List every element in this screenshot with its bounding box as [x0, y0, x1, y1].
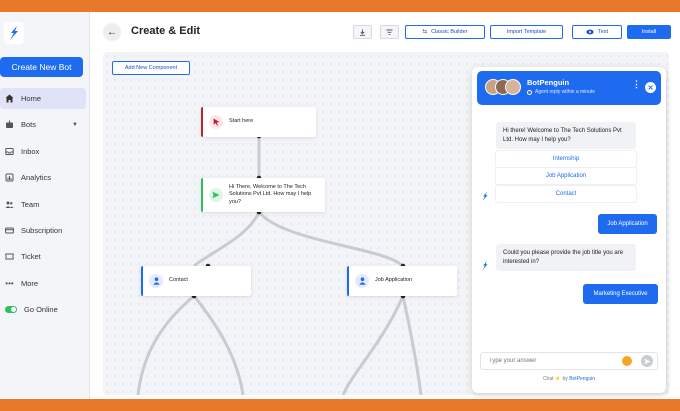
- agent-avatars: [485, 79, 521, 97]
- cursor-icon: [209, 115, 223, 129]
- import-template-button[interactable]: Import Template: [490, 25, 563, 39]
- sidebar-item-label: Home: [21, 94, 42, 103]
- sidebar-item-label: Inbox: [21, 146, 40, 156]
- botpenguin-logo[interactable]: [4, 22, 24, 44]
- chat-header: BotPenguin Agent reply within a minute ⋮…: [477, 71, 661, 105]
- flow-node-job-application[interactable]: Job Application: [347, 266, 457, 296]
- chevron-down-icon[interactable]: ▼: [72, 122, 78, 128]
- bot-logo-icon: [482, 261, 488, 270]
- user-message-1: Job Application: [598, 214, 657, 234]
- status-text: Agent reply within a minute: [535, 89, 596, 95]
- test-button[interactable]: Test: [572, 25, 622, 39]
- close-icon[interactable]: ✕: [645, 82, 656, 93]
- lightning-icon: ⚡: [554, 376, 562, 382]
- sidebar-item-bots[interactable]: Bots ▼: [0, 114, 86, 135]
- sidebar-item-label: Analytics: [21, 173, 52, 183]
- sidebar-item-label: Bots: [21, 120, 37, 130]
- send-icon: [209, 188, 223, 202]
- download-button[interactable]: [353, 25, 372, 39]
- user-icon: [149, 274, 163, 288]
- agent-status: Agent reply within a minute: [527, 89, 595, 95]
- sidebar-item-label: Team: [21, 199, 40, 209]
- filter-button[interactable]: [380, 25, 399, 39]
- node-label: Contact: [169, 277, 188, 284]
- sidebar-item-home[interactable]: Home: [0, 88, 86, 109]
- bot-message-welcome: Hi there! Welcome to The Tech Solutions …: [496, 122, 636, 150]
- sidebar-item-team[interactable]: Team: [0, 194, 86, 215]
- page-title: Create & Edit: [131, 25, 201, 37]
- node-label: Job Application: [375, 277, 412, 284]
- classic-builder-label: Classic Builder: [431, 29, 468, 35]
- bot-name: BotPenguin: [527, 78, 570, 87]
- subscription-icon: [5, 226, 14, 235]
- import-template-label: Import Template: [506, 29, 547, 35]
- toolbar: ← Create & Edit ⇆ Classic Builder Import…: [100, 20, 675, 44]
- create-new-bot-button[interactable]: Create New Bot: [0, 57, 83, 77]
- chat-answer-input[interactable]: [481, 353, 611, 369]
- sidebar-item-label: Go Online: [24, 305, 58, 315]
- sidebar-item-label: Ticket: [21, 252, 41, 262]
- powered-by: Chat ⚡ by BotPenguin: [472, 376, 666, 382]
- install-button[interactable]: Install: [627, 25, 671, 39]
- sidebar-item-label: More: [21, 278, 39, 288]
- sidebar: Create New Bot Home Bots ▼ Inbox Analyti…: [0, 12, 90, 399]
- back-arrow-icon[interactable]: ←: [103, 23, 121, 41]
- bot-icon: [5, 120, 14, 129]
- swap-icon: ⇆: [422, 29, 428, 35]
- flow-node-welcome[interactable]: Hi There, Welcome to The Tech Solutions …: [201, 178, 325, 212]
- powered-prefix: Chat: [542, 376, 554, 382]
- avatar: [505, 79, 521, 95]
- app-window: Create New Bot Home Bots ▼ Inbox Analyti…: [0, 12, 680, 399]
- status-icon: [527, 89, 532, 95]
- user-message-2: Marketing Executive: [583, 284, 658, 304]
- send-button[interactable]: [641, 355, 653, 367]
- bot-message-question: Could you please provide the job title y…: [496, 244, 636, 272]
- toggle-icon[interactable]: [5, 306, 17, 314]
- filter-icon: [386, 29, 393, 35]
- emoji-icon[interactable]: [622, 356, 632, 366]
- sidebar-item-analytics[interactable]: Analytics: [0, 167, 86, 188]
- sidebar-nav: Home Bots ▼ Inbox Analytics Team Subscri…: [0, 88, 86, 326]
- sidebar-item-subscription[interactable]: Subscription: [0, 220, 86, 241]
- chat-input-box: [480, 352, 658, 370]
- sidebar-item-ticket[interactable]: Ticket: [0, 246, 86, 267]
- kebab-menu-icon[interactable]: ⋮: [632, 80, 641, 89]
- inbox-icon: [5, 147, 14, 156]
- chat-option-job-application[interactable]: Job Application: [496, 168, 636, 184]
- node-label: Start here: [229, 118, 254, 125]
- classic-builder-button[interactable]: ⇆ Classic Builder: [405, 25, 485, 39]
- sidebar-item-label: Subscription: [21, 225, 63, 235]
- bot-logo-icon: [482, 192, 488, 201]
- sidebar-item-more[interactable]: ••• More: [0, 273, 86, 294]
- flow-node-start[interactable]: Start here: [201, 107, 316, 137]
- send-icon: [643, 358, 651, 364]
- install-label: Install: [641, 29, 657, 35]
- user-icon: [355, 274, 369, 288]
- node-label: Hi There, Welcome to The Tech Solutions …: [229, 184, 312, 205]
- analytics-icon: [5, 173, 14, 182]
- test-label: Test: [597, 29, 609, 35]
- download-icon: [360, 29, 365, 36]
- team-icon: [5, 200, 14, 209]
- chat-option-internship[interactable]: Internship: [496, 151, 636, 167]
- sidebar-item-inbox[interactable]: Inbox: [0, 141, 86, 162]
- home-icon: [5, 94, 14, 103]
- chat-preview-widget: BotPenguin Agent reply within a minute ⋮…: [472, 67, 666, 393]
- chat-option-contact[interactable]: Contact: [496, 186, 636, 202]
- more-icon: •••: [5, 278, 14, 288]
- flow-node-contact[interactable]: Contact: [141, 266, 251, 296]
- powered-brand[interactable]: BotPenguin: [569, 376, 595, 382]
- ticket-icon: [5, 252, 14, 261]
- eye-icon: [586, 29, 594, 35]
- powered-by-text: by: [562, 376, 568, 382]
- go-online-toggle[interactable]: Go Online: [0, 299, 86, 320]
